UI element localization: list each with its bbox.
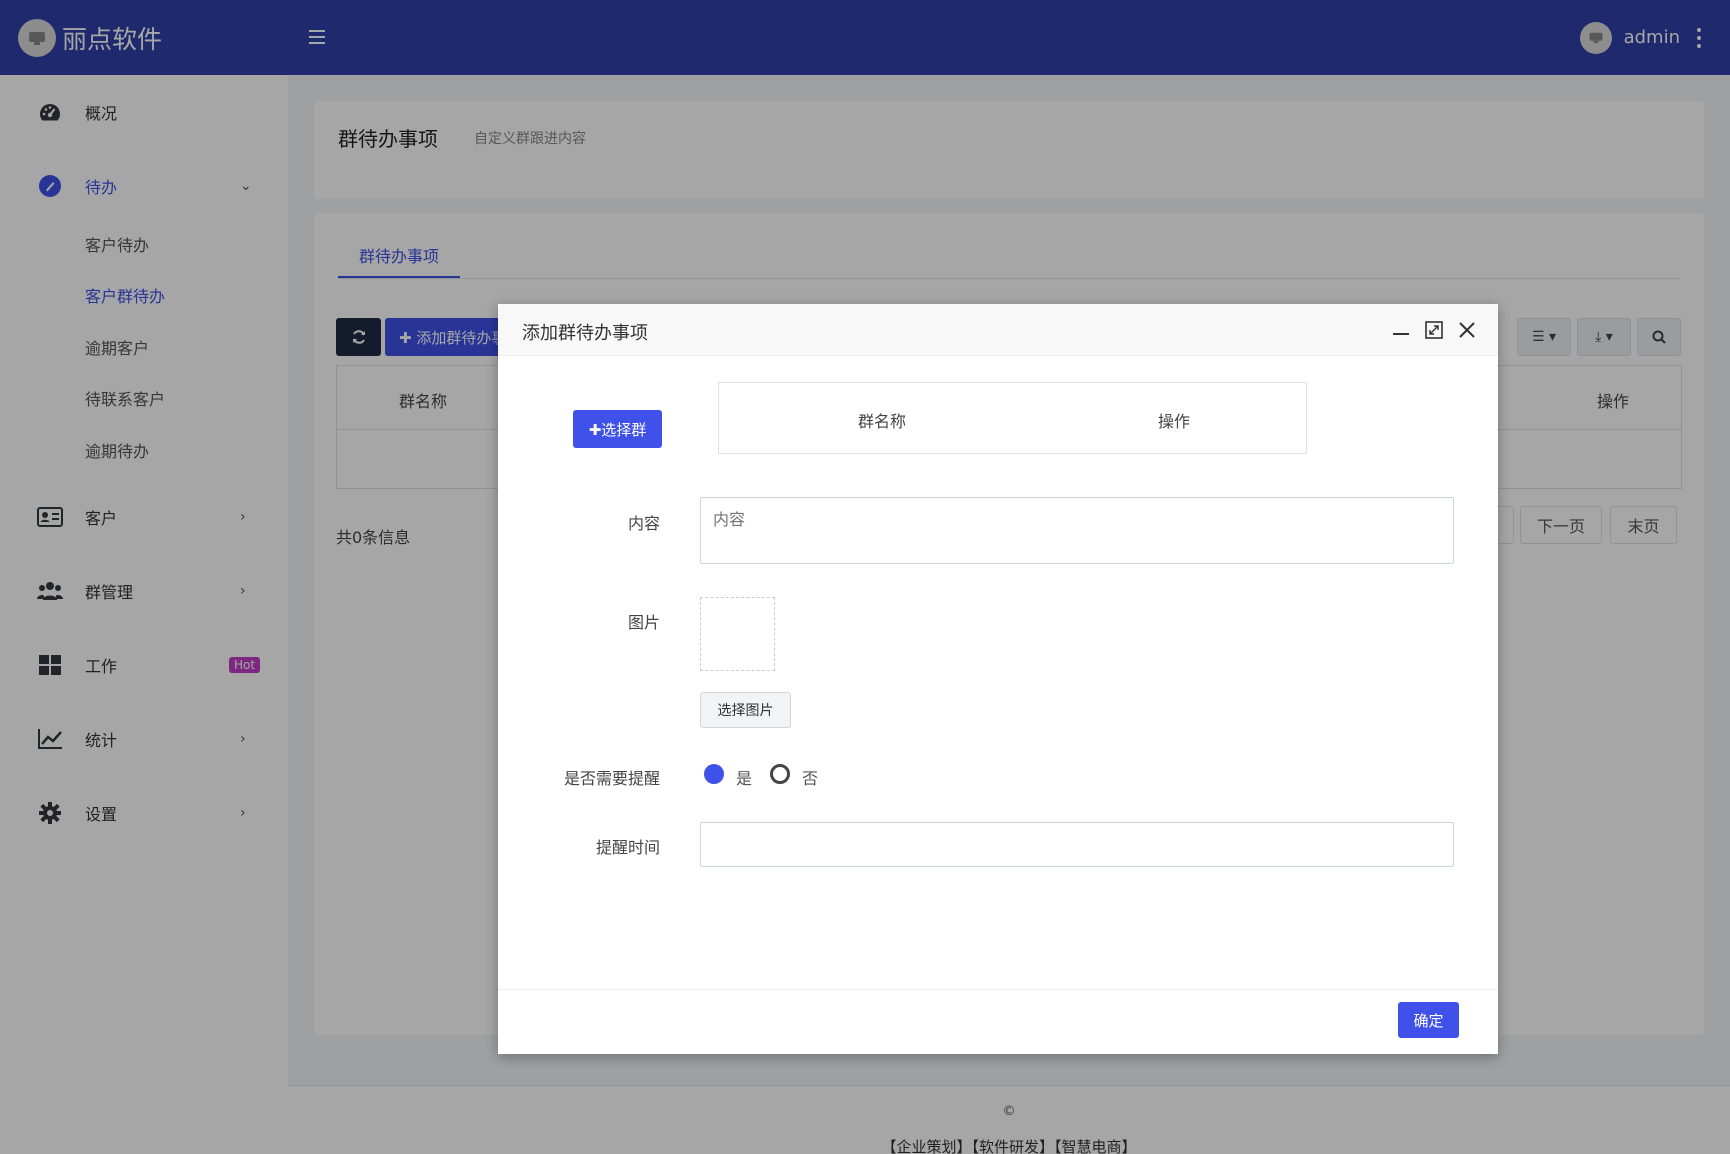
image-preview-box[interactable] xyxy=(700,597,775,671)
image-label: 图片 xyxy=(627,613,660,632)
content-textarea[interactable] xyxy=(700,497,1454,564)
remind-no-radio[interactable] xyxy=(770,764,790,784)
add-group-todo-dialog: 添加群待办事项 ✚选择群 群名称 操作 内容 图片 选择图片 是否需要提醒 是 … xyxy=(498,304,1498,1054)
column-header-actions: 操作 xyxy=(1158,412,1191,431)
dialog-title: 添加群待办事项 xyxy=(522,323,648,344)
remind-yes-label[interactable]: 是 xyxy=(736,765,752,789)
close-icon[interactable] xyxy=(1454,317,1480,343)
confirm-button[interactable]: 确定 xyxy=(1398,1002,1459,1038)
select-group-button[interactable]: ✚选择群 xyxy=(573,410,662,448)
remind-label: 是否需要提醒 xyxy=(563,769,660,788)
column-header-group-name: 群名称 xyxy=(858,412,907,431)
maximize-icon[interactable] xyxy=(1421,317,1447,343)
selected-group-table: 群名称 操作 xyxy=(718,382,1307,454)
minimize-icon[interactable] xyxy=(1388,317,1414,343)
dialog-footer: 确定 xyxy=(498,989,1498,1054)
remind-time-input[interactable] xyxy=(700,822,1454,867)
dialog-header: 添加群待办事项 xyxy=(498,304,1498,356)
remind-yes-radio[interactable] xyxy=(704,764,724,784)
choose-image-button[interactable]: 选择图片 xyxy=(700,692,791,728)
remind-no-label[interactable]: 否 xyxy=(802,765,818,789)
content-label: 内容 xyxy=(627,514,660,533)
remind-time-label: 提醒时间 xyxy=(595,838,660,857)
